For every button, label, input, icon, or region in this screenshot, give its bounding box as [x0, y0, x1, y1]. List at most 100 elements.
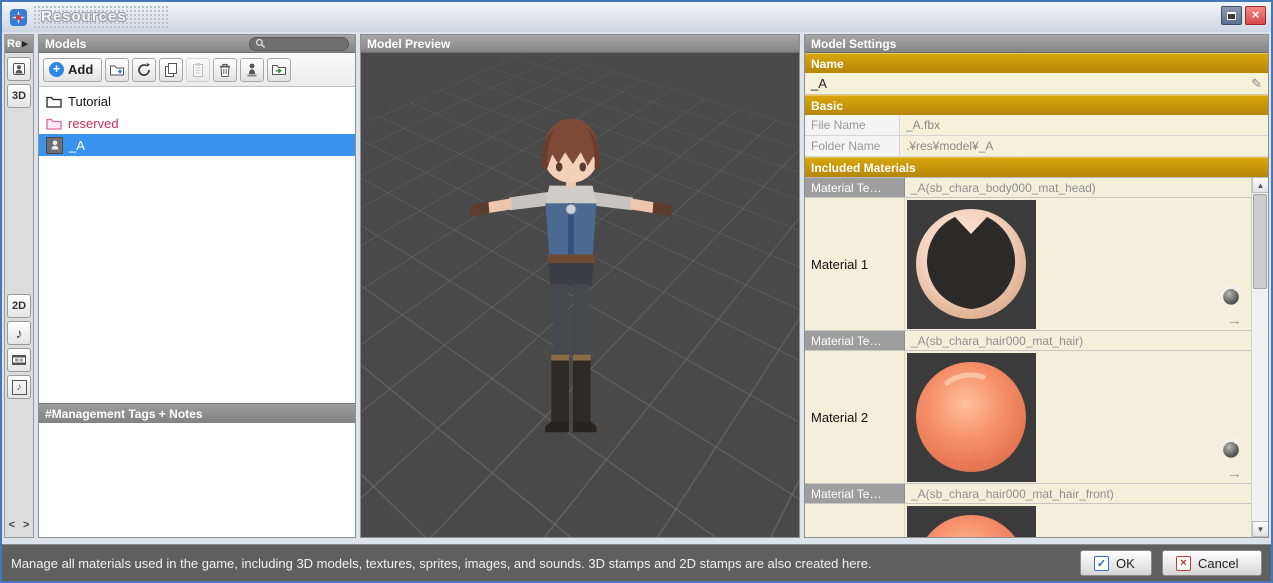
- footer-description: Manage all materials used in the game, i…: [11, 556, 1070, 571]
- copy-button[interactable]: [159, 58, 183, 82]
- restore-button[interactable]: [1221, 6, 1242, 25]
- tree-item-label: _A: [69, 138, 85, 153]
- scroll-up-button[interactable]: ▲: [1252, 177, 1268, 193]
- material-texture-row: Material Te… _A(sb_chara_hair000_mat_hai…: [805, 484, 1251, 504]
- material-label: Material 1: [805, 198, 905, 330]
- cancel-button-label: Cancel: [1198, 556, 1238, 571]
- 3d-badge: 3D: [12, 90, 26, 102]
- apply-arrow-icon[interactable]: →: [1227, 466, 1242, 481]
- sidebar-button-music[interactable]: ♪: [7, 321, 31, 345]
- section-basic: Basic: [805, 95, 1268, 115]
- material-texture-label: Material Te…: [805, 484, 905, 503]
- film-icon: [11, 352, 27, 368]
- section-included-materials: Included Materials: [805, 157, 1268, 177]
- material-ball-icon[interactable]: [1220, 284, 1242, 306]
- tree-item-a[interactable]: _A: [39, 134, 355, 156]
- sidebar-button-3d[interactable]: 3D: [7, 84, 31, 108]
- file-name-row: File Name _A.fbx: [805, 115, 1268, 136]
- cancel-button[interactable]: × Cancel: [1162, 550, 1262, 576]
- tree-item-tutorial[interactable]: Tutorial: [39, 90, 355, 112]
- material-sphere-preview[interactable]: [907, 353, 1036, 482]
- search-box[interactable]: [249, 37, 349, 51]
- music-icon: ♪: [16, 325, 23, 341]
- material-content: [905, 504, 1251, 537]
- material-texture-row: Material Te… _A(sb_chara_hair000_mat_hai…: [805, 331, 1251, 351]
- scrollbar-thumb[interactable]: [1253, 194, 1267, 289]
- paste-icon: [190, 62, 206, 78]
- rail-scroll-left[interactable]: <: [9, 519, 15, 531]
- resources-window: Resources × Re ▸ 3D: [0, 0, 1273, 583]
- materials-scrollbar[interactable]: ▲ ▼: [1251, 177, 1268, 537]
- folder-icon: [46, 95, 62, 108]
- refresh-icon: [136, 62, 152, 78]
- check-icon: ✓: [1094, 556, 1109, 571]
- models-panel: Models + Add: [38, 34, 356, 538]
- scroll-down-button[interactable]: ▼: [1252, 521, 1268, 537]
- material-row: Material 2: [805, 351, 1251, 484]
- sidebar-button-sprite[interactable]: [7, 57, 31, 81]
- figure-icon: [244, 62, 260, 78]
- search-icon: [255, 38, 266, 49]
- sidebar-button-movie[interactable]: [7, 348, 31, 372]
- copy-icon: [163, 62, 179, 78]
- material-texture-row: Material Te… _A(sb_chara_body000_mat_hea…: [805, 178, 1251, 198]
- export-model-button[interactable]: [240, 58, 264, 82]
- folder-name-row: Folder Name .¥res¥model¥_A: [805, 136, 1268, 157]
- material-texture-name[interactable]: _A(sb_chara_hair000_mat_hair_front): [905, 484, 1251, 503]
- edit-pencil-icon[interactable]: ✎: [1251, 76, 1262, 92]
- preview-panel: Model Preview: [360, 34, 800, 538]
- settings-panel: Model Settings Name _A ✎ Basic File Name…: [804, 34, 1269, 538]
- material-content: →: [905, 351, 1251, 483]
- sound-effect-icon: ♪: [12, 380, 27, 395]
- material-label: Material 2: [805, 351, 905, 483]
- apply-arrow-icon[interactable]: →: [1227, 313, 1242, 328]
- preview-header: Model Preview: [361, 35, 799, 53]
- rail-body: 3D 2D ♪ ♪ < >: [5, 53, 33, 537]
- new-folder-icon: [109, 62, 125, 78]
- 3d-viewport[interactable]: [361, 53, 799, 537]
- folder-name-label: Folder Name: [805, 136, 900, 156]
- material-sphere-preview[interactable]: [907, 506, 1036, 537]
- material-texture-name[interactable]: _A(sb_chara_hair000_mat_hair): [905, 331, 1251, 350]
- rail-header-label: Re: [7, 38, 21, 50]
- material-ball-icon[interactable]: [1220, 437, 1242, 459]
- paste-button[interactable]: [186, 58, 210, 82]
- ok-button[interactable]: ✓ OK: [1080, 550, 1152, 576]
- material-label: [805, 504, 905, 537]
- rail-scroll-right[interactable]: >: [23, 519, 29, 531]
- rail-header[interactable]: Re ▸: [5, 35, 33, 53]
- tree-item-reserved[interactable]: reserved: [39, 112, 355, 134]
- refresh-button[interactable]: [132, 58, 156, 82]
- expand-icon[interactable]: ▸: [22, 37, 28, 50]
- import-button[interactable]: [267, 58, 291, 82]
- title-bar: Resources ×: [2, 2, 1271, 32]
- material-texture-name[interactable]: _A(sb_chara_body000_mat_head): [905, 178, 1251, 197]
- window-title: Resources: [41, 8, 127, 25]
- new-folder-button[interactable]: [105, 58, 129, 82]
- app-icon: [9, 8, 28, 27]
- category-rail: Re ▸ 3D 2D ♪: [4, 34, 34, 538]
- ok-button-label: OK: [1116, 556, 1135, 571]
- close-button[interactable]: ×: [1245, 6, 1266, 25]
- material-row: Material 1: [805, 198, 1251, 331]
- rail-nav: < >: [9, 519, 30, 533]
- file-name-value: _A.fbx: [900, 115, 1268, 135]
- sidebar-button-se[interactable]: ♪: [7, 375, 31, 399]
- file-name-label: File Name: [805, 115, 900, 135]
- material-sphere-preview[interactable]: [907, 200, 1036, 329]
- tree-item-label: Tutorial: [68, 94, 111, 109]
- plus-icon: +: [49, 62, 64, 77]
- delete-button[interactable]: [213, 58, 237, 82]
- notes-area[interactable]: [39, 423, 355, 537]
- model-thumbnail-icon: [46, 137, 63, 154]
- name-field[interactable]: _A ✎: [805, 73, 1268, 95]
- restore-icon: [1227, 12, 1236, 20]
- sidebar-button-2d[interactable]: 2D: [7, 294, 31, 318]
- add-button[interactable]: + Add: [43, 58, 102, 82]
- name-value: _A: [811, 76, 827, 91]
- main-area: Re ▸ 3D 2D ♪: [2, 32, 1271, 544]
- material-row: [805, 504, 1251, 537]
- model-tree: Tutorial reserved _A: [39, 87, 355, 403]
- models-header-label: Models: [45, 37, 86, 51]
- x-icon: ×: [1176, 556, 1191, 571]
